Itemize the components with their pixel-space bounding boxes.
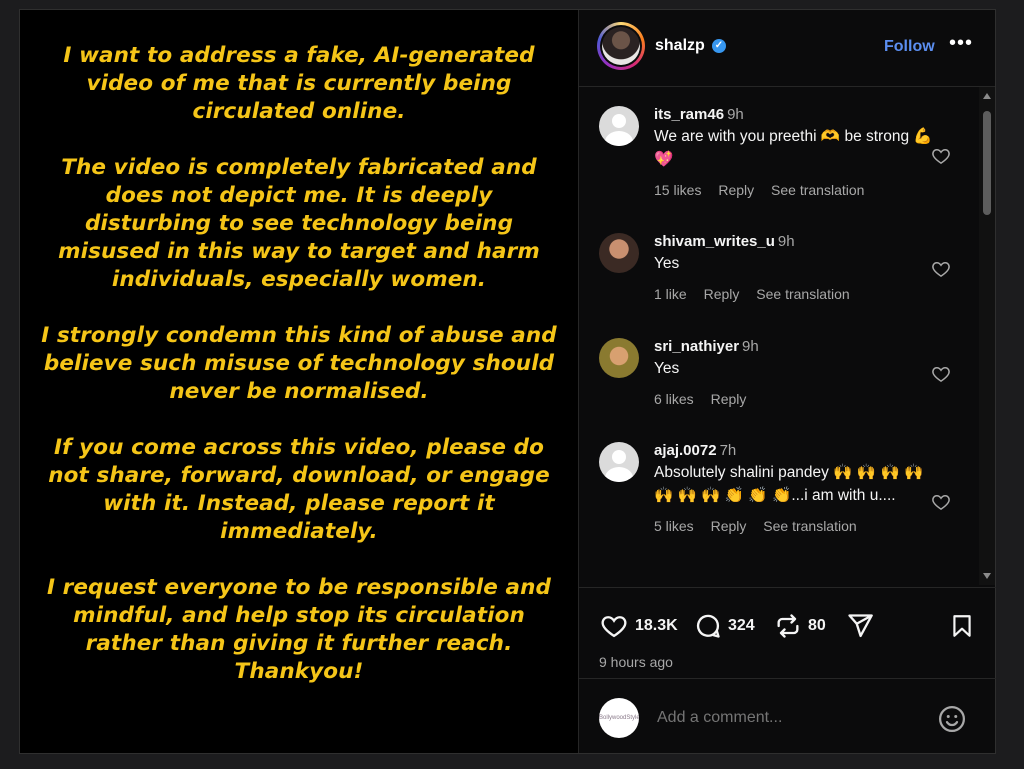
statement-paragraph: If you come across this video, please do…	[48, 435, 550, 544]
repost-icon[interactable]	[774, 612, 802, 640]
reply-button[interactable]: Reply	[718, 182, 754, 198]
reply-button[interactable]: Reply	[711, 391, 747, 407]
commenter-avatar[interactable]	[599, 233, 639, 273]
comment-count: 324	[728, 617, 755, 634]
verified-badge-icon: ✓	[712, 39, 726, 53]
reply-button[interactable]: Reply	[704, 286, 740, 302]
comment-input[interactable]	[655, 708, 919, 728]
share-icon[interactable]	[846, 612, 874, 640]
comment-icon[interactable]	[694, 612, 722, 640]
current-user-avatar: BollywoodStyle	[599, 698, 639, 738]
comment-likes[interactable]: 15 likes	[654, 182, 701, 198]
comment-time: 9h	[727, 106, 744, 123]
statement-paragraph: I want to address a fake, AI-generated v…	[63, 43, 535, 124]
comment-username[interactable]: sri_nathiyer	[654, 338, 739, 355]
comment-meta: 5 likes Reply See translation	[654, 518, 939, 534]
repost-action[interactable]: 80	[774, 612, 826, 640]
comment-likes[interactable]: 6 likes	[654, 391, 694, 407]
follow-button[interactable]: Follow	[884, 38, 935, 56]
see-translation-button[interactable]: See translation	[763, 518, 856, 534]
comment-meta: 1 like Reply See translation	[654, 286, 939, 302]
share-action[interactable]	[846, 612, 874, 640]
comment-text: Absolutely shalini pandey 🙌 🙌 🙌 🙌 🙌 🙌 🙌 …	[654, 464, 924, 504]
comment-username[interactable]: ajaj.0072	[654, 442, 717, 459]
more-options-icon[interactable]: •••	[949, 32, 973, 55]
statement-signoff: Thankyou!	[234, 659, 364, 684]
comment-time: 9h	[742, 338, 759, 355]
statement-paragraph: The video is completely fabricated and d…	[58, 155, 540, 292]
like-comment-icon[interactable]	[931, 259, 951, 279]
bookmark-icon[interactable]	[949, 612, 975, 640]
post-header: shalzp ✓ Follow •••	[579, 10, 995, 87]
author-avatar[interactable]	[597, 22, 645, 70]
post-details-panel: shalzp ✓ Follow ••• its_ram46 9h We are w…	[578, 10, 996, 754]
statement-paragraph: I strongly condemn this kind of abuse an…	[41, 323, 557, 404]
see-translation-button[interactable]: See translation	[771, 182, 864, 198]
scroll-up-icon[interactable]	[983, 93, 991, 99]
comment-meta: 15 likes Reply See translation	[654, 182, 939, 198]
commenter-avatar[interactable]	[599, 442, 639, 482]
like-count: 18.3K	[635, 617, 678, 634]
comment-username[interactable]: shivam_writes_u	[654, 233, 775, 250]
add-comment-bar: BollywoodStyle	[579, 678, 996, 754]
heart-icon[interactable]	[599, 612, 629, 640]
comment-time: 7h	[719, 442, 737, 459]
like-comment-icon[interactable]	[931, 492, 951, 512]
comment-text: Yes	[654, 360, 680, 377]
comment-text: Yes	[654, 255, 680, 272]
commenter-avatar[interactable]	[599, 106, 639, 146]
reply-button[interactable]: Reply	[711, 518, 747, 534]
repost-count: 80	[808, 617, 826, 634]
like-comment-icon[interactable]	[931, 364, 951, 384]
comment-action[interactable]: 324	[694, 612, 755, 640]
comment-meta: 6 likes Reply	[654, 391, 939, 407]
scroll-down-icon[interactable]	[983, 573, 991, 579]
like-action[interactable]: 18.3K	[599, 612, 678, 640]
comment-time: 9h	[777, 233, 795, 250]
author-username[interactable]: shalzp	[655, 37, 705, 55]
comments-list[interactable]: its_ram46 9h We are with you preethi 🫶 be…	[579, 87, 979, 585]
comment-username[interactable]: its_ram46	[654, 106, 724, 123]
comment-likes[interactable]: 5 likes	[654, 518, 694, 534]
comment-text: We are with you preethi 🫶 be strong 💪 💖	[654, 128, 933, 168]
comments-scrollbar[interactable]	[979, 87, 995, 585]
commenter-avatar[interactable]	[599, 338, 639, 378]
scroll-thumb[interactable]	[983, 111, 991, 215]
statement-paragraph: I request everyone to be responsible and…	[46, 575, 552, 656]
comment-likes[interactable]: 1 like	[654, 286, 687, 302]
post-actions: 18.3K 324 80 9 hours ago	[579, 587, 996, 678]
post-modal: I want to address a fake, AI-generated v…	[19, 9, 996, 754]
like-comment-icon[interactable]	[931, 146, 951, 166]
emoji-icon[interactable]	[937, 704, 967, 734]
post-image: I want to address a fake, AI-generated v…	[20, 10, 578, 753]
see-translation-button[interactable]: See translation	[756, 286, 849, 302]
save-action[interactable]	[949, 612, 975, 640]
statement-text: I want to address a fake, AI-generated v…	[39, 42, 559, 753]
post-timestamp: 9 hours ago	[599, 654, 673, 670]
